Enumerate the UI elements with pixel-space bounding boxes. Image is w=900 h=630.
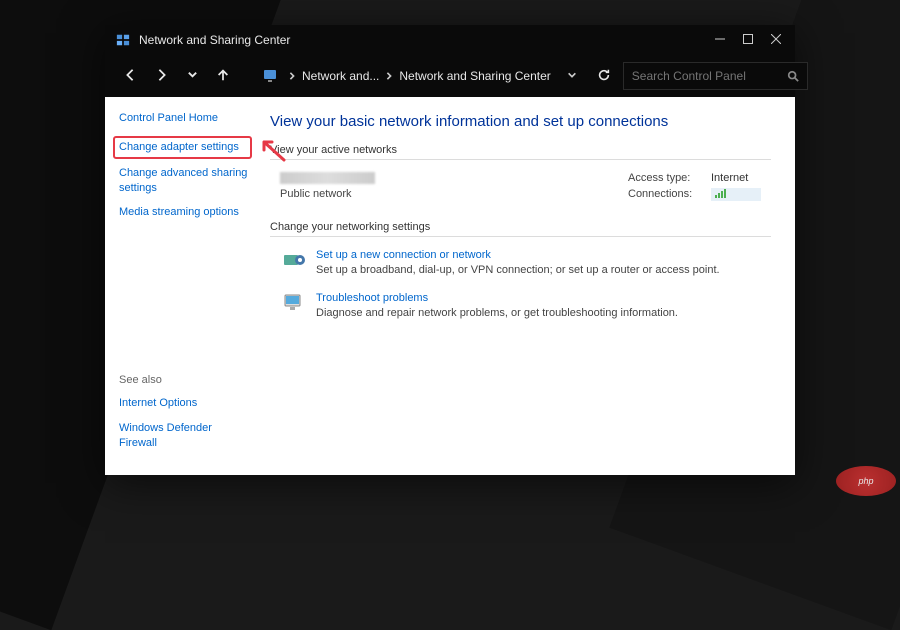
change-adapter-settings-link[interactable]: Change adapter settings — [119, 141, 239, 153]
change-advanced-sharing-link[interactable]: Change advanced sharing settings — [119, 166, 252, 196]
main-panel: View your basic network information and … — [260, 97, 795, 475]
firewall-link[interactable]: Windows Defender Firewall — [119, 421, 252, 451]
connection-link[interactable] — [711, 188, 761, 201]
connections-label: Connections: — [628, 188, 703, 201]
setup-connection-link[interactable]: Set up a new connection or network — [316, 249, 720, 261]
history-dropdown[interactable] — [181, 63, 204, 89]
page-heading: View your basic network information and … — [270, 113, 771, 130]
chevron-right-icon — [385, 69, 393, 83]
search-box[interactable] — [623, 62, 808, 90]
window-title: Network and Sharing Center — [139, 33, 715, 47]
sidebar: Control Panel Home Change adapter settin… — [105, 97, 260, 475]
maximize-button[interactable] — [743, 34, 753, 47]
system-icon — [262, 67, 280, 85]
titlebar: Network and Sharing Center — [105, 25, 795, 55]
app-icon — [115, 32, 131, 48]
access-type-label: Access type: — [628, 172, 703, 184]
search-input[interactable] — [632, 69, 787, 83]
breadcrumb-item[interactable]: Network and... — [302, 69, 379, 83]
up-button[interactable] — [210, 62, 236, 91]
network-type: Public network — [280, 188, 375, 200]
divider — [270, 159, 771, 160]
active-networks-block: Public network Access type: Internet Con… — [280, 172, 771, 201]
forward-button[interactable] — [149, 62, 175, 91]
search-icon — [787, 70, 799, 82]
divider — [270, 236, 771, 237]
control-panel-home-link[interactable]: Control Panel Home — [119, 111, 252, 126]
setup-connection-icon — [282, 249, 306, 271]
breadcrumb-dropdown[interactable] — [567, 69, 577, 83]
watermark: php — [836, 466, 896, 496]
minimize-button[interactable] — [715, 34, 725, 47]
setup-connection-desc: Set up a broadband, dial-up, or VPN conn… — [316, 264, 720, 276]
access-type-value: Internet — [711, 172, 748, 184]
close-button[interactable] — [771, 34, 781, 47]
troubleshoot-desc: Diagnose and repair network problems, or… — [316, 307, 678, 319]
navigation-bar: Network and... Network and Sharing Cente… — [105, 55, 795, 97]
back-button[interactable] — [117, 62, 143, 91]
troubleshoot-icon — [282, 292, 306, 314]
refresh-button[interactable] — [591, 62, 617, 91]
media-streaming-link[interactable]: Media streaming options — [119, 205, 252, 220]
chevron-right-icon — [288, 69, 296, 83]
settings-title: Change your networking settings — [270, 221, 771, 233]
internet-options-link[interactable]: Internet Options — [119, 396, 252, 411]
breadcrumb[interactable]: Network and... Network and Sharing Cente… — [254, 61, 585, 91]
active-networks-title: View your active networks — [270, 144, 771, 156]
wifi-signal-icon — [715, 188, 727, 201]
breadcrumb-item[interactable]: Network and Sharing Center — [399, 69, 550, 83]
troubleshoot-link[interactable]: Troubleshoot problems — [316, 292, 678, 304]
network-name-redacted — [280, 172, 375, 184]
troubleshoot-item: Troubleshoot problems Diagnose and repai… — [282, 292, 771, 319]
setup-connection-item: Set up a new connection or network Set u… — [282, 249, 771, 276]
control-panel-window: Network and Sharing Center Network and..… — [105, 25, 795, 475]
see-also-label: See also — [119, 374, 252, 386]
